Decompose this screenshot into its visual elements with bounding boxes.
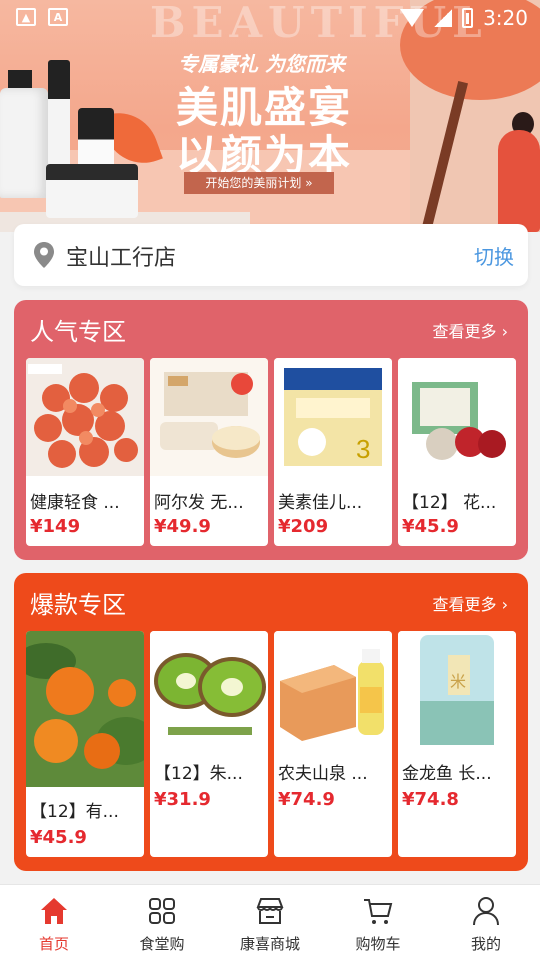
status-bar: ▲ A 3:20 (0, 0, 540, 36)
tab-cart[interactable]: 购物车 (324, 885, 432, 960)
home-icon (41, 898, 67, 924)
svg-text:米: 米 (450, 673, 466, 691)
product-price: ¥149 (30, 516, 81, 537)
banner-tagline: 专属豪礼 为您而来 (178, 52, 345, 76)
product-price: ¥74.9 (278, 789, 335, 810)
tab-label: 首页 (38, 935, 69, 953)
grid-icon (149, 898, 175, 924)
tab-mall[interactable]: 康喜商城 (216, 885, 324, 960)
cosmetic-bottle (0, 88, 48, 198)
product-image-tea (274, 631, 392, 749)
hot-section: 爆款专区 查看更多 › 【12】有... ¥45.9 【12】朱... ¥31.… (14, 573, 528, 871)
banner-girl-illustration (498, 130, 540, 232)
product-image-apples (398, 358, 516, 476)
battery-icon (462, 8, 474, 28)
location-pin-icon (34, 242, 54, 268)
user-icon (473, 897, 499, 926)
product-card[interactable]: 【12】有... ¥45.9 (26, 631, 144, 857)
store-selector[interactable]: 宝山工行店 切换 (14, 224, 528, 286)
product-card[interactable]: 3 美素佳儿... ¥209 (274, 358, 392, 546)
wifi-icon (400, 9, 425, 27)
product-card[interactable]: 【12】 花... ¥45.9 (398, 358, 516, 546)
tab-label: 我的 (470, 935, 501, 953)
product-price: ¥31.9 (154, 789, 211, 810)
product-price: ¥45.9 (30, 827, 87, 848)
product-card[interactable]: 阿尔发 无... ¥49.9 (150, 358, 268, 546)
product-image-kiwi (150, 631, 268, 749)
store-icon (256, 898, 284, 924)
product-price: ¥49.9 (154, 516, 211, 537)
product-name: 金龙鱼 长... (402, 764, 492, 784)
product-name: 美素佳儿... (278, 493, 363, 513)
popular-section: 人气专区 查看更多 › 健康轻食 ... ¥149 阿尔发 无... ¥49.9… (14, 300, 528, 560)
product-name: 健康轻食 ... (30, 493, 120, 513)
tab-label: 康喜商城 (239, 935, 300, 953)
popular-title: 人气专区 (30, 318, 126, 346)
product-image-shrimp (26, 358, 144, 476)
product-card[interactable]: 【12】朱... ¥31.9 (150, 631, 268, 857)
product-name: 【12】朱... (154, 764, 243, 784)
switch-store-button[interactable]: 切换 (474, 241, 514, 270)
product-image-rice: 米 (398, 631, 516, 749)
product-price: ¥209 (278, 516, 329, 537)
product-price: ¥45.9 (402, 516, 459, 537)
tab-canteen[interactable]: 食堂购 (108, 885, 216, 960)
product-name: 阿尔发 无... (154, 493, 244, 513)
tab-mine[interactable]: 我的 (432, 885, 540, 960)
product-card[interactable]: 米 金龙鱼 长... ¥74.8 (398, 631, 516, 857)
svg-text:3: 3 (356, 434, 370, 464)
tab-label: 食堂购 (139, 935, 185, 953)
status-time: 3:20 (483, 6, 528, 30)
store-name: 宝山工行店 (66, 246, 177, 271)
product-image-persimmons (26, 631, 144, 787)
tab-label: 购物车 (355, 935, 401, 953)
product-name: 【12】 花... (402, 493, 497, 513)
product-image-formula: 3 (274, 358, 392, 476)
hot-more-link[interactable]: 查看更多 › (433, 591, 509, 615)
tab-home[interactable]: 首页 (0, 885, 108, 960)
signal-icon (434, 9, 453, 27)
product-name: 农夫山泉 ... (278, 764, 368, 784)
product-name: 【12】有... (30, 802, 119, 822)
product-card[interactable]: 农夫山泉 ... ¥74.9 (274, 631, 392, 857)
image-icon: ▲ (16, 8, 36, 26)
popular-more-link[interactable]: 查看更多 › (433, 318, 509, 342)
product-image-bread (150, 358, 268, 476)
product-card[interactable]: 健康轻食 ... ¥149 (26, 358, 144, 546)
banner-cta-button[interactable]: 开始您的美丽计划 » (184, 172, 334, 194)
a-icon: A (48, 8, 68, 26)
bottom-tab-bar: 首页 食堂购 康喜商城 购物车 我的 (0, 884, 540, 960)
cart-icon (364, 899, 393, 924)
hot-title: 爆款专区 (30, 591, 126, 619)
cosmetic-jar (46, 164, 138, 218)
product-price: ¥74.8 (402, 789, 459, 810)
